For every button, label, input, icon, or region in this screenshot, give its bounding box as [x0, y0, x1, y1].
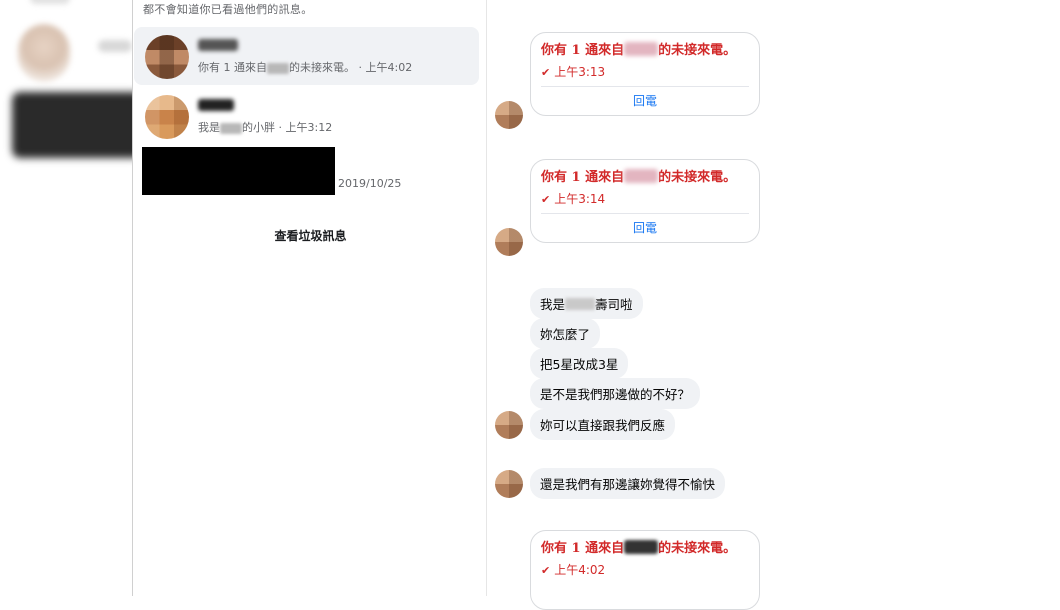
preview-time: 上午4:02 — [365, 61, 413, 74]
missed-call-text: 你有 1 通來自 的未接來電。 — [541, 169, 749, 186]
redacted-text — [267, 62, 289, 74]
conversation-preview: 你有 1 通來自 的未接來電。 · 上午4:02 — [198, 61, 413, 74]
view-spam-link[interactable]: 查看垃圾訊息 — [133, 227, 488, 244]
call-text-part: 的未接來電。 — [658, 43, 737, 58]
call-time-value: 上午4:02 — [554, 563, 606, 577]
read-receipt-note: 都不會知道你已看過他們的訊息。 — [143, 3, 313, 16]
message-bubble: 把5星改成3星 — [530, 348, 629, 379]
message-bubble: 妳怎麼了 — [530, 318, 601, 349]
sender-avatar — [495, 101, 523, 129]
preview-text: 的小胖 — [242, 121, 275, 134]
call-time-value: 上午3:14 — [554, 192, 606, 206]
redacted-text — [220, 122, 242, 134]
call-text-part: 你有 1 通來自 — [541, 43, 625, 58]
call-time-value: 上午3:13 — [554, 65, 606, 79]
preview-text: 你有 1 通來自 — [198, 61, 267, 74]
conversation-preview: 我是 的小胖 · 上午3:12 — [198, 121, 333, 134]
blurred-sidebar — [0, 0, 132, 596]
redacted-name — [624, 169, 659, 183]
blurred-element — [30, 0, 70, 4]
redacted-name — [198, 38, 238, 51]
missed-call-card: 你有 1 通來自 的未接來電。 ✔ 上午3:14 回電 — [530, 159, 760, 243]
missed-call-text: 你有 1 通來自 的未接來電。 — [541, 540, 749, 557]
check-icon: ✔ — [541, 564, 551, 577]
call-text-part: 的未接來電。 — [658, 541, 737, 556]
check-icon: ✔ — [541, 193, 551, 206]
call-text-part: 你有 1 通來自 — [541, 541, 625, 556]
message-text: 我是 — [540, 297, 566, 312]
missed-call-card: 你有 1 通來自 的未接來電。 ✔ 上午3:13 回電 — [530, 32, 760, 116]
call-time: ✔ 上午3:13 — [541, 63, 749, 87]
preview-time: 上午3:12 — [285, 121, 333, 134]
message-bubble: 妳可以直接跟我們反應 — [530, 409, 676, 440]
missed-call-card: 你有 1 通來自 的未接來電。 ✔ 上午4:02 — [530, 530, 760, 610]
missed-call-text: 你有 1 通來自 的未接來電。 — [541, 42, 749, 59]
redacted-conversation[interactable] — [142, 147, 335, 195]
sender-avatar — [495, 470, 523, 498]
preview-text: 的未接來電。 — [289, 61, 355, 74]
blurred-avatar — [18, 24, 70, 82]
conversation-item[interactable]: 我是 的小胖 · 上午3:12 — [134, 87, 479, 145]
sender-avatar — [495, 411, 523, 439]
message-text: 壽司啦 — [595, 297, 633, 312]
conversation-item[interactable]: 你有 1 通來自 的未接來電。 · 上午4:02 — [134, 27, 479, 85]
check-icon: ✔ — [541, 66, 551, 79]
blurred-dark-block — [12, 92, 132, 158]
redacted-text — [565, 298, 596, 310]
call-text-part: 的未接來電。 — [658, 170, 737, 185]
blurred-text — [98, 40, 132, 52]
avatar — [145, 35, 189, 79]
message-thread: 你有 1 通來自 的未接來電。 ✔ 上午3:13 回電 你有 1 通來自 的未接來電。… — [487, 0, 1060, 610]
call-back-button[interactable]: 回電 — [531, 214, 759, 242]
preview-text: 我是 — [198, 121, 220, 134]
contact-name — [198, 37, 238, 52]
contact-name — [198, 97, 234, 112]
conversation-list: 都不會知道你已看過他們的訊息。 你有 1 通來自 的未接來電。 · 上午4:02 … — [132, 0, 487, 596]
avatar — [145, 95, 189, 139]
call-time: ✔ 上午4:02 — [541, 561, 749, 584]
conversation-date: 2019/10/25 — [338, 177, 402, 190]
call-time: ✔ 上午3:14 — [541, 190, 749, 214]
redacted-name — [624, 42, 659, 56]
redacted-name — [624, 540, 659, 554]
message-bubble: 是不是我們那邊做的不好？ — [530, 378, 701, 409]
message-bubble: 還是我們有那邊讓妳覺得不愉快 — [530, 468, 726, 499]
sender-avatar — [495, 228, 523, 256]
redacted-name — [198, 98, 234, 111]
message-bubble: 我是 壽司啦 — [530, 288, 643, 319]
call-text-part: 你有 1 通來自 — [541, 170, 625, 185]
call-back-button[interactable]: 回電 — [531, 87, 759, 115]
